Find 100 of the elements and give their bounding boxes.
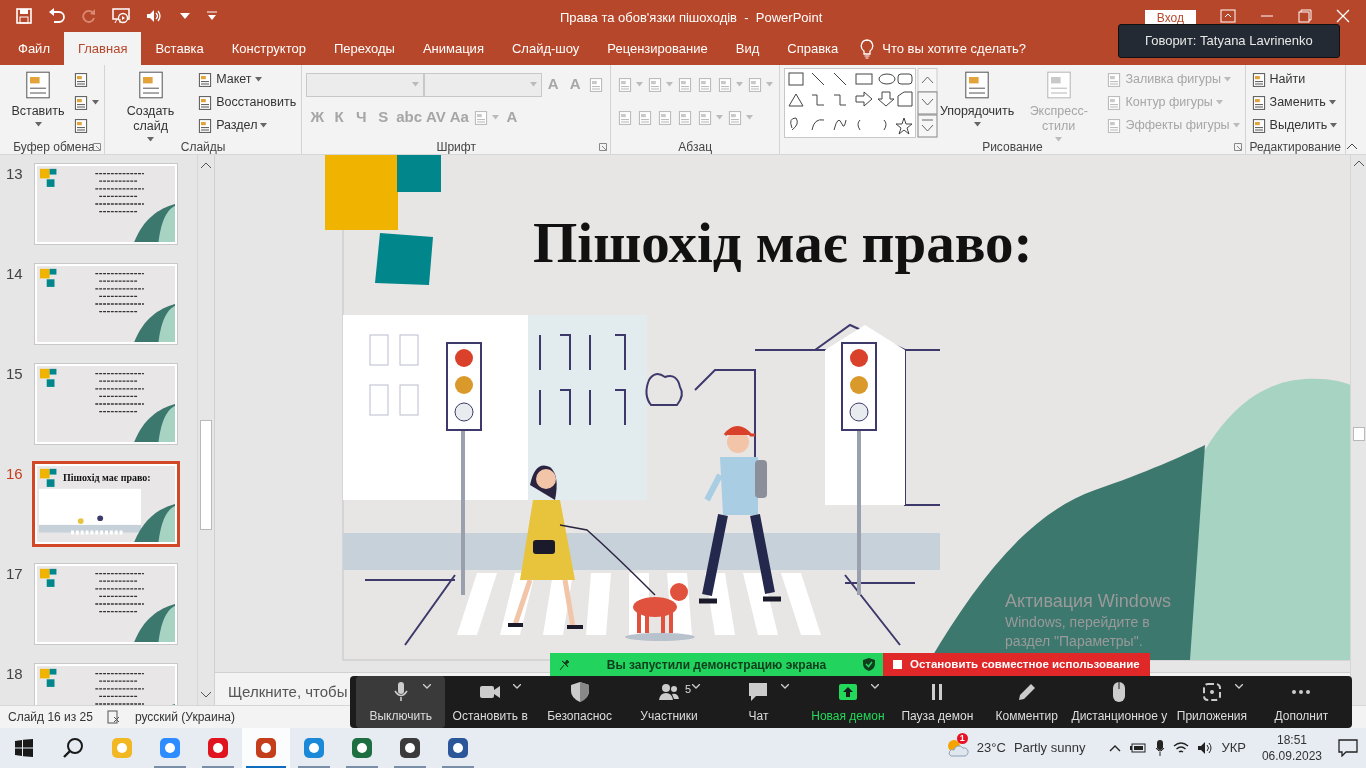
ribbon-button[interactable]: Раздел bbox=[196, 114, 269, 137]
ribbon-tab[interactable]: Справка bbox=[773, 32, 853, 65]
ribbon-button[interactable]: Найти bbox=[1249, 68, 1307, 91]
toolbar-button[interactable]: Чат bbox=[713, 676, 804, 728]
toolbar-button[interactable]: Новая демон bbox=[803, 676, 893, 728]
scroll-up-icon[interactable] bbox=[199, 161, 212, 169]
presentation-icon[interactable] bbox=[112, 8, 130, 24]
speaker-icon[interactable] bbox=[146, 9, 164, 23]
ribbon-tab[interactable]: Главная bbox=[63, 32, 142, 65]
caret-icon bbox=[34, 122, 42, 127]
caret-icon[interactable] bbox=[1234, 684, 1243, 689]
caret-icon bbox=[92, 100, 99, 105]
caret-icon[interactable] bbox=[781, 684, 790, 689]
ribbon-button[interactable]: Выделить bbox=[1249, 114, 1339, 137]
caret-icon bbox=[254, 77, 262, 82]
battery-icon[interactable] bbox=[1129, 742, 1148, 754]
volume-icon[interactable] bbox=[1197, 741, 1214, 755]
document-icon bbox=[747, 76, 764, 93]
ribbon-button[interactable]: Макет bbox=[196, 68, 263, 91]
group-label: Буфер обмена bbox=[13, 139, 95, 154]
toolbar-button[interactable]: Остановить в bbox=[445, 676, 535, 728]
toolbar-button[interactable]: Комментир bbox=[982, 676, 1072, 728]
toolbar-button[interactable]: Приложения bbox=[1167, 676, 1257, 728]
document-icon bbox=[1250, 117, 1267, 134]
ribbon-button[interactable]: Упорядочить bbox=[942, 68, 1013, 138]
ribbon-tab[interactable]: Файл bbox=[4, 32, 64, 65]
shield-icon bbox=[568, 681, 591, 703]
slide-number: 17 bbox=[6, 564, 24, 584]
undo-icon[interactable] bbox=[48, 8, 66, 24]
ribbon-button[interactable]: Заменить bbox=[1249, 91, 1337, 114]
windows-logo-icon[interactable] bbox=[15, 739, 33, 757]
language-label[interactable]: русский (Украина) bbox=[134, 708, 236, 726]
ribbon-button[interactable]: Вставить bbox=[8, 68, 68, 138]
toolbar-button[interactable]: Пауза демон bbox=[892, 676, 983, 728]
maximize-icon[interactable] bbox=[1298, 9, 1312, 23]
scroll-down-icon[interactable] bbox=[200, 691, 212, 699]
clock-date[interactable]: 06.09.2023 bbox=[1261, 748, 1322, 765]
caret-icon bbox=[1055, 137, 1063, 142]
caret-icon bbox=[1232, 123, 1240, 128]
dialog-launcher-icon[interactable] bbox=[1233, 143, 1242, 151]
caret-icon[interactable] bbox=[870, 684, 879, 689]
toolbar-button[interactable]: Выключить bbox=[356, 676, 446, 728]
temperature: 23°C bbox=[976, 739, 1006, 758]
slide-counter: Слайд 16 из 25 bbox=[8, 709, 93, 726]
stop-share-button[interactable]: Остановить совместное использование bbox=[883, 653, 1150, 676]
document-icon bbox=[697, 76, 714, 93]
scrollbar-thumb[interactable] bbox=[200, 420, 212, 530]
ribbon-button[interactable]: Создать слайд bbox=[109, 68, 193, 138]
dialog-launcher-icon[interactable] bbox=[599, 143, 608, 151]
toolbar-button[interactable]: 5 Участники bbox=[624, 676, 714, 728]
document-icon bbox=[73, 94, 89, 111]
caret-icon[interactable] bbox=[512, 684, 521, 689]
collapse-icon[interactable] bbox=[1346, 142, 1358, 150]
chevron-up-icon[interactable] bbox=[1109, 744, 1122, 752]
microphone-icon[interactable] bbox=[1155, 740, 1166, 756]
customize-icon[interactable] bbox=[206, 11, 218, 21]
document-icon bbox=[617, 109, 634, 126]
shapes-gallery-drawing[interactable] bbox=[784, 68, 939, 138]
scrollbar[interactable] bbox=[197, 155, 213, 705]
ribbon-tab[interactable]: Слайд-шоу bbox=[497, 32, 594, 65]
ribbon-tab[interactable]: Переходы bbox=[319, 32, 409, 65]
group-label: Шрифт bbox=[436, 139, 476, 154]
caret-icon bbox=[766, 82, 774, 87]
document-icon bbox=[472, 109, 489, 126]
search-hint[interactable]: Что вы хотите сделать? bbox=[882, 38, 1026, 59]
ribbon-tab[interactable]: Анимация bbox=[408, 32, 498, 65]
clock-time[interactable]: 18:51 bbox=[1261, 731, 1322, 748]
shield-check-icon bbox=[863, 658, 875, 671]
caret-icon[interactable] bbox=[423, 684, 432, 689]
ribbon-tab[interactable]: Рецензирование bbox=[593, 32, 722, 65]
ribbon-tab[interactable]: Конструктор bbox=[217, 32, 320, 65]
ribbon-tab[interactable]: Вид bbox=[721, 32, 774, 65]
ribbon-tab[interactable]: Вставка bbox=[141, 32, 218, 65]
scroll-up-icon[interactable] bbox=[1352, 159, 1365, 167]
toolbar-button[interactable]: Дистанционное у bbox=[1071, 676, 1168, 728]
ribbon-button[interactable]: Восстановить bbox=[196, 91, 298, 114]
close-icon[interactable] bbox=[1336, 9, 1350, 23]
caret-icon[interactable] bbox=[180, 12, 190, 20]
search-icon[interactable] bbox=[62, 737, 84, 759]
caret-icon[interactable] bbox=[691, 684, 700, 689]
slide-thumbnail[interactable]: Пішохід має право: bbox=[32, 461, 180, 547]
scrollbar-thumb[interactable] bbox=[1353, 427, 1365, 441]
toolbar-button[interactable]: Дополнит bbox=[1256, 676, 1347, 728]
taskbar-app[interactable] bbox=[242, 728, 290, 768]
notes-hint[interactable]: Щелкните, чтобы bbox=[228, 683, 348, 700]
ribbon-display-icon[interactable] bbox=[1220, 9, 1236, 23]
wifi-icon[interactable] bbox=[1173, 741, 1190, 755]
document-icon bbox=[1106, 94, 1123, 111]
notification-icon[interactable] bbox=[1338, 739, 1358, 757]
save-icon[interactable] bbox=[16, 8, 32, 24]
caret-icon bbox=[1330, 123, 1338, 128]
activation-notice: Активация Windows bbox=[1005, 590, 1171, 613]
notes-check-icon[interactable] bbox=[106, 710, 121, 724]
slide-number: 18 bbox=[6, 664, 24, 684]
input-language[interactable]: УКР bbox=[1221, 738, 1246, 758]
participant-count: 5 bbox=[685, 682, 692, 697]
toolbar-button[interactable]: Безопаснос bbox=[534, 676, 625, 728]
dialog-launcher-icon[interactable] bbox=[93, 143, 101, 151]
window-title: Права та обов'язки пішоходів - PowerPoint bbox=[560, 9, 823, 27]
caret-icon bbox=[1223, 77, 1231, 82]
